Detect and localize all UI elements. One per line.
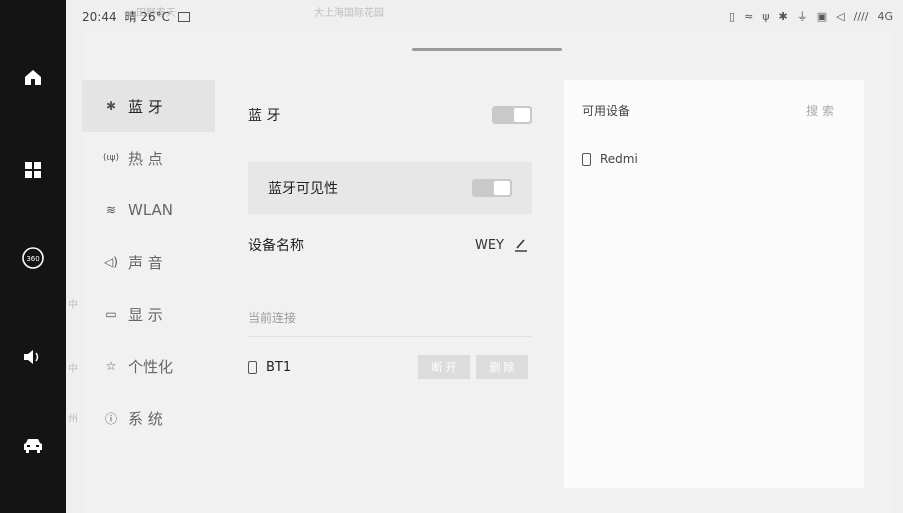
- bluetooth-icon: ✱: [105, 99, 117, 113]
- search-button[interactable]: 搜 索: [806, 102, 834, 119]
- hotspot-icon: (ιψ): [102, 153, 119, 163]
- grid-icon[interactable]: [18, 155, 48, 185]
- connected-device-row: BT1 断 开 删 除: [248, 342, 532, 392]
- volume-status-icon: ◁: [836, 9, 845, 23]
- wifi-icon: ≋: [105, 203, 117, 217]
- status-bar: 20:44 晴 26°C ▯ ≈ ψ ✱ ⏚ ▣ ◁ //// 4G: [66, 0, 903, 30]
- car-icon[interactable]: [18, 430, 48, 460]
- visibility-toggle[interactable]: [472, 179, 512, 197]
- system-icon: ⓘ: [104, 411, 117, 426]
- usb-icon: ⏚: [796, 10, 808, 23]
- bluetooth-row: 蓝 牙: [248, 90, 532, 140]
- delete-button[interactable]: 删 除: [476, 355, 528, 379]
- map-label: 中: [68, 300, 78, 311]
- edit-icon[interactable]: [514, 237, 528, 253]
- sidebar-item-label: 个性化: [128, 357, 174, 376]
- network-type: 4G: [877, 9, 893, 23]
- sidebar-item-label: 显 示: [128, 305, 163, 324]
- speaker-icon[interactable]: [18, 342, 48, 372]
- personalize-icon: ☆: [105, 359, 117, 373]
- sidebar-item-display[interactable]: ▭ 显 示: [82, 288, 215, 340]
- toggle-knob: [514, 108, 530, 122]
- phone-icon: [582, 152, 591, 166]
- hotspot-status-icon: ψ: [762, 9, 770, 23]
- visibility-row: 蓝牙可见性: [248, 163, 532, 213]
- visibility-label: 蓝牙可见性: [268, 181, 338, 197]
- current-connection-label: 当前连接: [248, 310, 297, 325]
- divider: [248, 336, 532, 337]
- available-devices-title: 可用设备: [582, 104, 631, 118]
- sidebar-item-label: WLAN: [128, 201, 174, 219]
- map-label: 州: [68, 414, 78, 425]
- sidebar-item-hotspot[interactable]: (ιψ) 热 点: [82, 132, 215, 184]
- sidebar-item-sound[interactable]: ◁) 声 音: [82, 236, 215, 288]
- available-device-item[interactable]: Redmi: [582, 152, 638, 166]
- bluetooth-settings: 蓝 牙 蓝牙可见性 设备名称 WEY 当前连接 BT1 断 开 删 除: [232, 70, 532, 510]
- drag-handle[interactable]: [412, 48, 562, 51]
- sidebar-item-label: 蓝 牙: [128, 97, 163, 116]
- sidebar-item-personalize[interactable]: ☆ 个性化: [82, 340, 215, 392]
- sidebar-item-label: 热 点: [128, 149, 163, 168]
- sound-icon: ◁): [104, 255, 118, 269]
- vibrate-icon: ▯: [729, 9, 736, 23]
- display-icon: ▭: [105, 307, 117, 321]
- signal-icon: ////: [853, 9, 869, 23]
- camera-360-icon[interactable]: 360: [18, 243, 48, 273]
- current-connection-header: 当前连接: [248, 292, 532, 342]
- screen-icon: ▣: [816, 9, 828, 23]
- sidebar-item-label: 声 音: [128, 253, 163, 272]
- settings-panel: ✱ 蓝 牙 (ιψ) 热 点 ≋ WLAN ◁) 声 音 ▭ 显 示 ☆ 个性化…: [82, 30, 892, 513]
- disconnect-button[interactable]: 断 开: [418, 355, 470, 379]
- home-icon[interactable]: [18, 62, 48, 92]
- settings-sidebar: ✱ 蓝 牙 (ιψ) 热 点 ≋ WLAN ◁) 声 音 ▭ 显 示 ☆ 个性化…: [82, 80, 215, 513]
- status-weather: 晴 26°C: [124, 10, 171, 24]
- toggle-knob: [494, 181, 510, 195]
- left-dock: 360: [0, 0, 66, 513]
- available-device-name: Redmi: [600, 152, 638, 166]
- device-name-row: 设备名称 WEY: [248, 220, 532, 270]
- sidebar-item-bluetooth[interactable]: ✱ 蓝 牙: [82, 80, 215, 132]
- device-name-label: 设备名称: [248, 238, 304, 254]
- sidebar-item-label: 系 统: [128, 409, 163, 428]
- bluetooth-status-icon: ✱: [778, 9, 788, 23]
- sidebar-item-wlan[interactable]: ≋ WLAN: [82, 184, 215, 236]
- bluetooth-toggle[interactable]: [492, 106, 532, 124]
- available-devices-card: 可用设备 搜 索 Redmi: [564, 80, 864, 488]
- message-icon: [178, 11, 191, 22]
- phone-icon: [248, 360, 257, 374]
- sidebar-item-system[interactable]: ⓘ 系 统: [82, 392, 215, 444]
- status-time: 20:44: [82, 9, 117, 24]
- map-label: 中: [68, 364, 78, 375]
- device-name-value: WEY: [474, 237, 504, 253]
- wifi-status-icon: ≈: [744, 9, 754, 23]
- camera-360-label: 360: [26, 255, 39, 263]
- connected-device-name: BT1: [266, 359, 292, 375]
- bluetooth-title: 蓝 牙: [248, 108, 281, 124]
